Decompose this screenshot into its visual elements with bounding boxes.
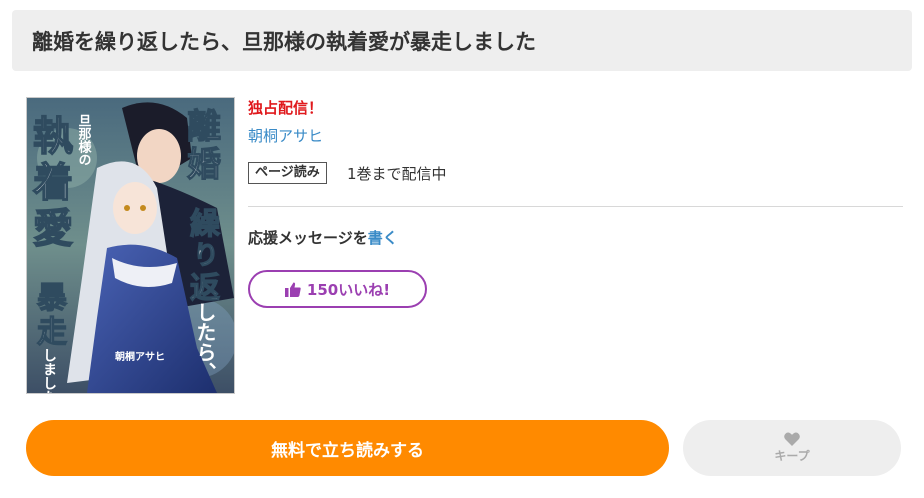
free-preview-label: 無料で立ち読みする — [271, 440, 424, 461]
cover-title-right-3: 繰 — [190, 207, 221, 242]
cover-title-right-2: 婚 — [187, 145, 221, 185]
cover-title-right-6: したら、 — [193, 302, 217, 382]
free-preview-button[interactable]: 無料で立ち読みする — [26, 420, 669, 476]
support-message-prefix: 応援メッセージを — [248, 229, 368, 247]
cover-illustration: 執 着 愛 旦那様の 離 婚 繰 り 返 したら、 暴 走 しました 朝桐アサヒ — [27, 98, 234, 393]
cover-title-big-1: 執 — [33, 113, 73, 160]
keep-label: キープ — [774, 449, 810, 463]
write-message-link[interactable]: 書く — [368, 229, 398, 247]
availability-text: 1巻まで配信中 — [347, 165, 447, 183]
cover-title-left-2: 走 — [37, 315, 67, 350]
title-bar: 離婚を繰り返したら、旦那様の執着愛が暴走しました — [12, 10, 912, 71]
cover-title-right-1: 離 — [187, 107, 221, 147]
cover-title-right-4: り — [193, 241, 219, 271]
cover-title-right-5: 返 — [190, 271, 220, 306]
cover-title-left-1: 暴 — [37, 281, 68, 316]
like-button[interactable]: 150いいね! — [248, 270, 427, 308]
cover-title-big-3: 愛 — [33, 205, 73, 252]
divider — [248, 206, 903, 207]
cover-title-big-2: 着 — [33, 159, 73, 206]
author-link[interactable]: 朝桐アサヒ — [248, 125, 323, 146]
cover-image[interactable]: 執 着 愛 旦那様の 離 婚 繰 り 返 したら、 暴 走 しました 朝桐アサヒ — [26, 97, 235, 394]
support-message: 応援メッセージを書く — [248, 227, 398, 248]
thumbs-up-icon — [284, 282, 301, 297]
heart-icon — [784, 432, 800, 446]
exclusive-label: 独占配信！ — [248, 99, 324, 117]
page-title: 離婚を繰り返したら、旦那様の執着愛が暴走しました — [32, 29, 536, 54]
cover-author: 朝桐アサヒ — [115, 350, 165, 363]
cover-title-small: 旦那様の — [76, 114, 92, 166]
reading-type-badge: ページ読み — [248, 162, 327, 184]
keep-button[interactable]: キープ — [683, 420, 901, 476]
cover-title-left-3: しました — [41, 348, 57, 393]
like-count: 150いいね! — [306, 280, 391, 299]
